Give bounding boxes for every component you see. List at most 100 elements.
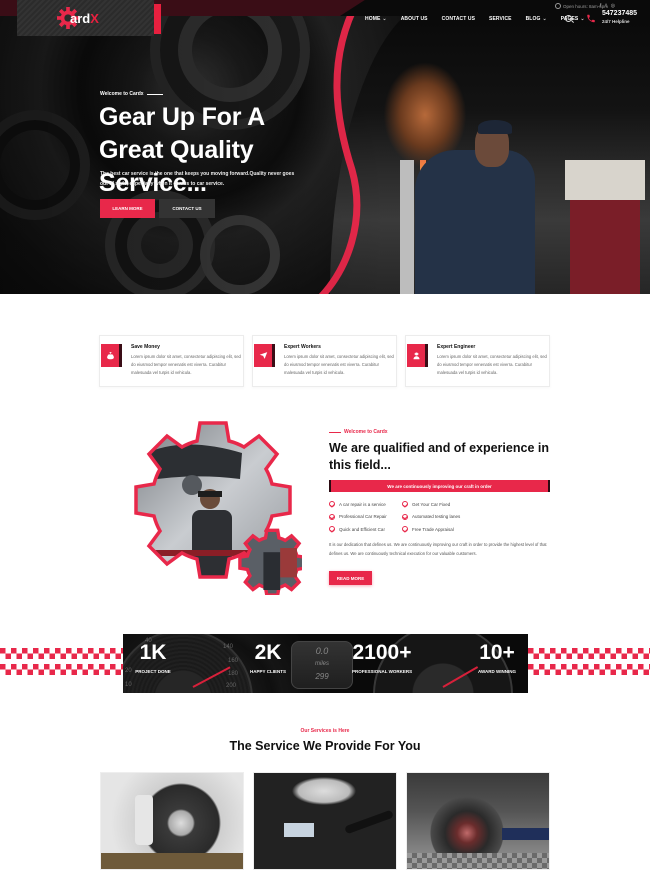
checker-square [16, 653, 22, 659]
checker-square [44, 664, 50, 670]
checker-square [11, 664, 17, 670]
nav-contact-us[interactable]: CONTACT US [442, 16, 475, 22]
checker-square [632, 669, 638, 675]
checker-square [572, 648, 578, 654]
checker-square [11, 648, 17, 654]
counter-clients: 2K HAPPY CLIENTS [248, 640, 288, 674]
dial-tick-label: 10 [125, 682, 132, 688]
service-card-brake-disc[interactable] [100, 772, 244, 870]
check-circle-icon [329, 501, 335, 507]
nav-about-us[interactable]: ABOUT US [401, 16, 428, 22]
engine-hose [344, 809, 394, 835]
hero-kicker: Welcome to Cardx [100, 91, 163, 97]
nav-service[interactable]: SERVICE [489, 16, 512, 22]
checker-square [44, 648, 50, 654]
counter-band: 0.0 miles 299 40 20 10 140 160 180 200 [123, 634, 528, 693]
checker-square [27, 653, 33, 659]
checker-square [638, 648, 644, 654]
chevron-down-icon: ⌄ [580, 16, 585, 22]
odometer-bottom: 299 [315, 672, 329, 681]
checker-square [99, 664, 105, 670]
checker-square [77, 648, 83, 654]
checkered-floor [407, 853, 549, 869]
checker-square [539, 664, 545, 670]
phone-icon [587, 14, 595, 23]
checker-square [38, 669, 44, 675]
checker-square [610, 653, 616, 659]
odometer-unit: miles [314, 661, 329, 667]
checklist-item: A car repair is a service [329, 501, 402, 507]
instagram-icon[interactable]: ◎ [611, 3, 615, 9]
logo[interactable]: ard X [57, 7, 99, 29]
dial-tick-label: 140 [223, 644, 234, 650]
feature-title: Save Money [131, 344, 160, 350]
checker-square [55, 648, 61, 654]
logo-suffix: X [90, 10, 99, 26]
feature-description: Lorem ipsum dolor sit amet, consectetur … [284, 354, 394, 375]
phone-number[interactable]: 547237485 [602, 10, 637, 17]
feature-icon-box [407, 344, 428, 367]
checker-square [16, 669, 22, 675]
contact-us-button[interactable]: CONTACT US [159, 199, 215, 218]
checker-square [110, 664, 116, 670]
read-more-button[interactable]: READ MORE [329, 571, 372, 585]
dial-tick-label: 20 [125, 668, 132, 674]
counter-label: AWARD WINNING [478, 669, 516, 674]
service-card-engine[interactable] [253, 772, 397, 870]
checker-square [638, 664, 644, 670]
checker-square [110, 648, 116, 654]
about-banner: We are continuously improving our craft … [329, 480, 550, 492]
learn-more-button[interactable]: LEARN MORE [100, 199, 155, 218]
feature-title: Expert Workers [284, 344, 321, 350]
checker-square [77, 664, 83, 670]
check-circle-icon [329, 526, 335, 532]
engine-chrome [284, 823, 314, 837]
checker-square [544, 669, 550, 675]
checker-square [528, 648, 534, 654]
service-card-race-car[interactable] [406, 772, 550, 870]
checker-square [104, 669, 110, 675]
search-icon[interactable] [565, 15, 572, 22]
checker-square [627, 648, 633, 654]
feature-icon-box [254, 344, 275, 367]
checklist-text: A car repair is a service [339, 501, 386, 507]
checker-square [561, 664, 567, 670]
checker-square [566, 653, 572, 659]
checker-square [66, 648, 72, 654]
checker-square [599, 653, 605, 659]
logo-text: ard [70, 10, 91, 26]
counter-projects: 1K PROJECT DONE [133, 640, 173, 674]
nav-blog[interactable]: BLOG ⌄ [526, 16, 547, 22]
checklist-text: Free Trade Appraisal [412, 526, 454, 532]
checker-square [616, 648, 622, 654]
hero-section: ard X Open hours: 8am-6pm f t ◎ HOME ⌄ A… [0, 0, 650, 294]
checker-square [93, 653, 99, 659]
checker-square [577, 653, 583, 659]
checker-square [555, 669, 561, 675]
chevron-down-icon: ⌄ [382, 16, 387, 22]
check-circle-icon [329, 513, 335, 520]
facebook-icon[interactable]: f [600, 3, 601, 9]
checker-square [632, 653, 638, 659]
checker-square [82, 653, 88, 659]
checker-square [0, 664, 6, 670]
paper-plane-icon [259, 352, 267, 359]
checker-square [49, 669, 55, 675]
checker-square [621, 653, 627, 659]
checker-square [588, 669, 594, 675]
about-description: It is our dedication that defines us. We… [329, 542, 547, 556]
twitter-icon[interactable]: t [605, 3, 606, 9]
checker-square [599, 669, 605, 675]
counter-value: 2100+ [352, 641, 412, 664]
checker-square [588, 653, 594, 659]
checkered-flag-pattern-right [528, 648, 650, 675]
checker-square [572, 664, 578, 670]
counter-value: 10+ [479, 641, 515, 664]
nav-home[interactable]: HOME ⌄ [365, 16, 387, 22]
checker-square [643, 653, 649, 659]
counter-label: PROFESSIONAL WORKERS [352, 669, 413, 674]
checklist-text: Professional Car Repair [339, 514, 387, 519]
checker-square [0, 648, 6, 654]
chevron-down-icon: ⌄ [542, 16, 547, 22]
checker-square [544, 653, 550, 659]
